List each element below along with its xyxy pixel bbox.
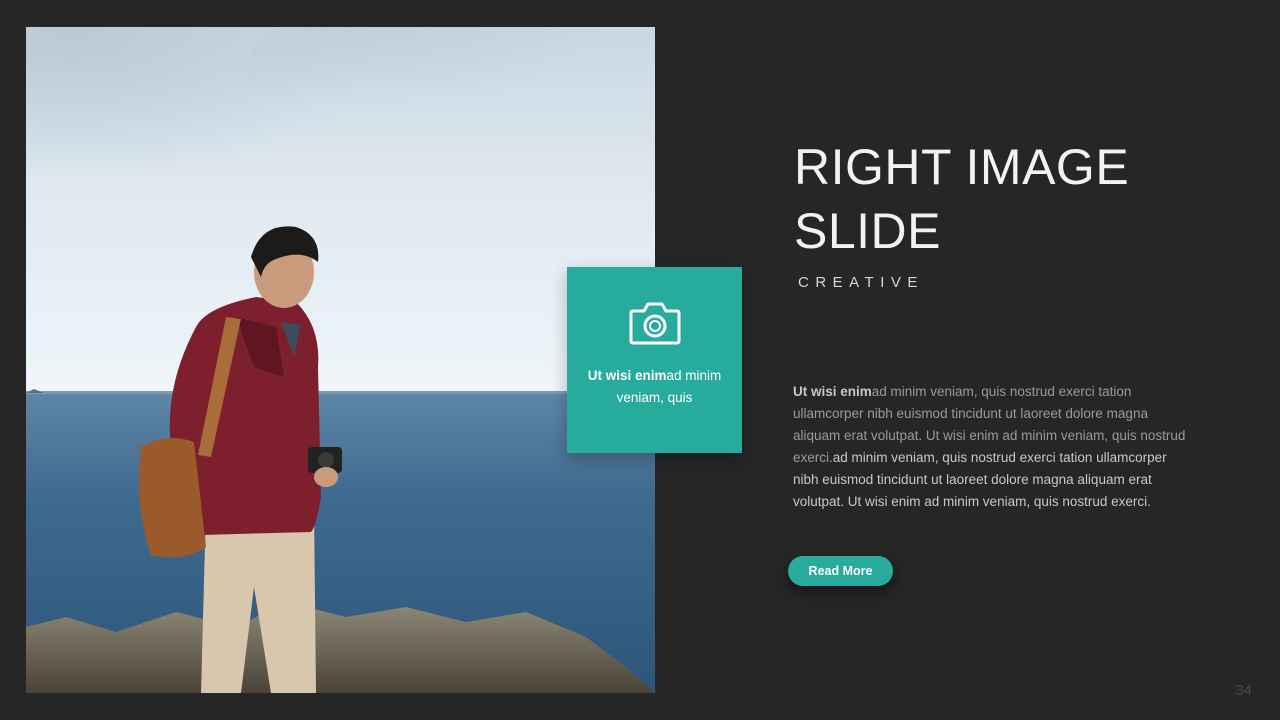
slide-title-line1: RIGHT IMAGE [794,139,1130,195]
slide-title-line2: SLIDE [794,203,942,259]
read-more-button[interactable]: Read More [788,556,893,586]
page-number: 34 [1235,682,1252,699]
body-lead-bold: Ut wisi enim [793,384,872,399]
slide-subtitle: CREATIVE [798,274,924,291]
hero-photo [26,27,655,693]
card-text: Ut wisi enimad minim veniam, quis [577,365,732,409]
feature-card: Ut wisi enimad minim veniam, quis [567,267,742,453]
slide-title: RIGHT IMAGE SLIDE [794,135,1214,263]
card-text-bold: Ut wisi enim [587,368,667,383]
body-paragraph: Ut wisi enim ad minim veniam, quis nostru… [793,381,1193,513]
body-part2: ad minim veniam, quis nostrud exerci tat… [793,450,1167,509]
camera-icon [629,302,681,345]
photo-illustration [26,27,655,693]
